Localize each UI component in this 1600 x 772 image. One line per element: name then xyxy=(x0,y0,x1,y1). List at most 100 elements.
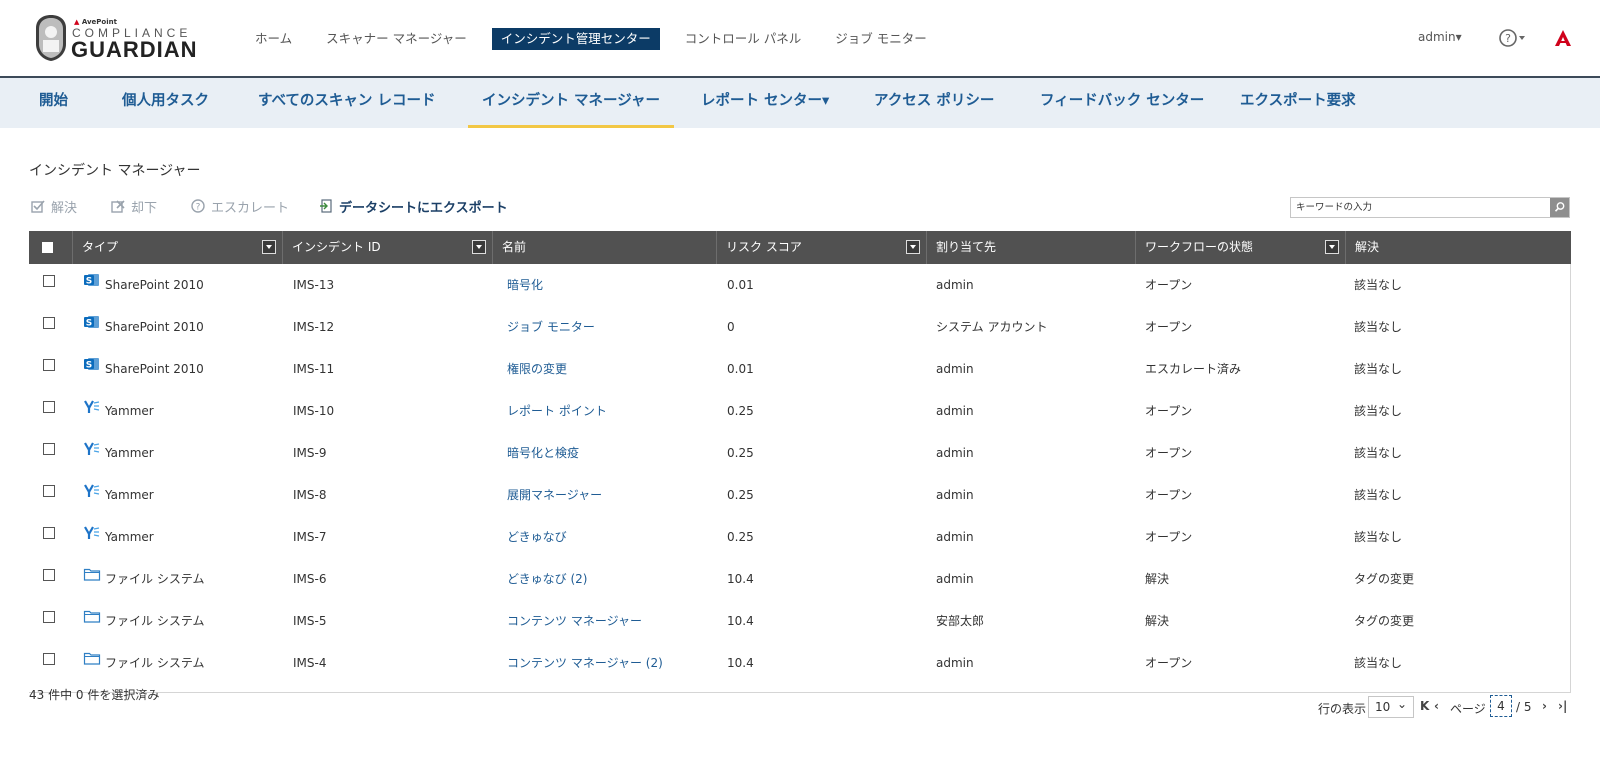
tab-report-center[interactable]: レポート センター▾ xyxy=(701,78,829,128)
id-filter-icon[interactable] xyxy=(472,240,486,254)
prev-page-icon[interactable]: ‹ xyxy=(1434,699,1439,713)
column-header-incident-id[interactable]: インシデント ID xyxy=(283,231,493,264)
reject-button[interactable]: 却下 xyxy=(111,196,157,216)
cell-assignee: admin xyxy=(936,572,974,586)
folder-icon xyxy=(83,558,105,601)
table-row[interactable]: S SharePoint 2010 IMS-12 ジョブ モニター 0 システム… xyxy=(29,306,1571,349)
cell-type: Yammer xyxy=(83,516,154,559)
main-nav-job-monitor[interactable]: ジョブ モニター xyxy=(826,28,935,50)
last-page-icon[interactable]: ›| xyxy=(1558,699,1567,713)
main-nav-control-panel[interactable]: コントロール パネル xyxy=(676,28,810,50)
sharepoint-icon: S xyxy=(83,306,105,349)
cell-name-link[interactable]: コンテンツ マネージャー (2) xyxy=(507,642,663,685)
escalate-icon: ? xyxy=(191,199,205,213)
table-row[interactable]: Yammer IMS-9 暗号化と検疫 0.25 admin オープン 該当なし xyxy=(29,432,1571,475)
row-checkbox[interactable] xyxy=(43,359,55,371)
table-row[interactable]: Yammer IMS-8 展開マネージャー 0.25 admin オープン 該当… xyxy=(29,474,1571,517)
cell-workflow-state: オープン xyxy=(1145,320,1193,334)
type-filter-icon[interactable] xyxy=(262,240,276,254)
help-icon[interactable]: ? xyxy=(1498,28,1528,48)
resolve-button[interactable]: 解決 xyxy=(31,196,77,216)
search-button[interactable] xyxy=(1550,198,1569,217)
cell-type: S SharePoint 2010 xyxy=(83,306,204,349)
type-wrap: Yammer xyxy=(83,390,154,433)
column-header-name[interactable]: 名前 xyxy=(493,231,717,264)
column-header-assignee[interactable]: 割り当て先 xyxy=(927,231,1136,264)
tab-personal-tasks[interactable]: 個人用タスク xyxy=(122,78,209,128)
tab-access-policy[interactable]: アクセス ポリシー xyxy=(874,78,994,128)
cell-resolution: 該当なし xyxy=(1354,320,1403,334)
table-row[interactable]: S SharePoint 2010 IMS-13 暗号化 0.01 admin … xyxy=(29,264,1571,307)
user-menu[interactable]: admin▾ xyxy=(1418,30,1462,44)
escalate-button[interactable]: ? エスカレート xyxy=(191,196,289,216)
cell-name-link[interactable]: 暗号化 xyxy=(507,264,543,307)
cell-incident-id: IMS-4 xyxy=(293,656,327,670)
table-row[interactable]: ファイル システム IMS-5 コンテンツ マネージャー 10.4 安部太郎 解… xyxy=(29,600,1571,643)
column-name-label: 名前 xyxy=(502,240,527,254)
risk-filter-icon[interactable] xyxy=(906,240,920,254)
sharepoint-icon: S xyxy=(83,264,105,307)
select-all-checkbox[interactable] xyxy=(42,242,53,253)
next-page-icon[interactable]: › xyxy=(1542,699,1547,713)
cell-assignee: 安部太郎 xyxy=(936,614,985,628)
tab-all-scan-records[interactable]: すべてのスキャン レコード xyxy=(258,78,435,128)
row-checkbox[interactable] xyxy=(43,527,55,539)
column-header-risk-score[interactable]: リスク スコア xyxy=(717,231,927,264)
page-size-select[interactable]: 10 xyxy=(1368,694,1414,718)
cell-resolution: 該当なし xyxy=(1354,362,1403,376)
cell-name-link[interactable]: ジョブ モニター xyxy=(507,306,595,349)
state-filter-icon[interactable] xyxy=(1325,240,1339,254)
column-state-label: ワークフローの状態 xyxy=(1145,240,1254,254)
tab-export-requests[interactable]: エクスポート要求 xyxy=(1240,78,1356,128)
cell-resolution: タグの変更 xyxy=(1354,614,1415,628)
table-row[interactable]: Yammer IMS-10 レポート ポイント 0.25 admin オープン … xyxy=(29,390,1571,433)
keyword-search-input[interactable] xyxy=(1291,198,1546,217)
cell-name-link[interactable]: 展開マネージャー xyxy=(507,474,602,517)
row-checkbox[interactable] xyxy=(43,569,55,581)
export-datasheet-button[interactable]: データシートにエクスポート xyxy=(319,196,508,216)
table-row[interactable]: Yammer IMS-7 どきゅなび 0.25 admin オープン 該当なし xyxy=(29,516,1571,559)
avepoint-brand-icon[interactable] xyxy=(1553,28,1573,48)
cell-name-link[interactable]: 暗号化と検疫 xyxy=(507,432,579,475)
main-nav-home[interactable]: ホーム xyxy=(246,28,301,50)
column-header-workflow-state[interactable]: ワークフローの状態 xyxy=(1136,231,1346,264)
current-page-input[interactable]: 4 xyxy=(1490,695,1512,717)
cell-assignee: システム アカウント xyxy=(936,320,1048,334)
first-page-icon[interactable]: K xyxy=(1420,699,1429,713)
export-label: データシートにエクスポート xyxy=(339,200,508,216)
svg-text:S: S xyxy=(86,319,92,329)
cell-name-link[interactable]: どきゅなび (2) xyxy=(507,558,587,601)
tab-incident-manager[interactable]: インシデント マネージャー xyxy=(468,78,675,128)
compliance-guardian-logo[interactable]: ▲ AvePoint COMPLIANCE GUARDIAN xyxy=(34,14,197,64)
row-checkbox[interactable] xyxy=(43,485,55,497)
cell-name-link[interactable]: レポート ポイント xyxy=(507,390,607,433)
cell-assignee: admin xyxy=(936,488,974,502)
column-header-resolution[interactable]: 解決 xyxy=(1346,231,1571,264)
type-wrap: ファイル システム xyxy=(83,642,204,685)
tab-feedback-center[interactable]: フィードバック センター xyxy=(1040,78,1204,128)
pagination: 行の表示 10 K ‹ ページ 4 / 5 › ›| xyxy=(1318,694,1578,720)
type-wrap: ファイル システム xyxy=(83,600,204,643)
table-row[interactable]: ファイル システム IMS-6 どきゅなび (2) 10.4 admin 解決 … xyxy=(29,558,1571,601)
row-checkbox[interactable] xyxy=(43,401,55,413)
tab-start[interactable]: 開始 xyxy=(39,78,68,128)
main-nav-incident-center[interactable]: インシデント管理センター xyxy=(491,28,660,50)
cell-risk-score: 10.4 xyxy=(727,614,754,628)
cell-name-link[interactable]: 権限の変更 xyxy=(507,348,567,391)
yammer-icon xyxy=(83,474,105,517)
table-row[interactable]: ファイル システム IMS-4 コンテンツ マネージャー (2) 10.4 ad… xyxy=(29,642,1571,685)
row-checkbox[interactable] xyxy=(43,611,55,623)
cell-resolution: 該当なし xyxy=(1354,278,1403,292)
row-checkbox[interactable] xyxy=(43,653,55,665)
column-type-label: タイプ xyxy=(82,240,119,254)
row-checkbox[interactable] xyxy=(43,317,55,329)
table-row[interactable]: S SharePoint 2010 IMS-11 権限の変更 0.01 admi… xyxy=(29,348,1571,391)
cell-name-link[interactable]: コンテンツ マネージャー xyxy=(507,600,642,643)
column-header-type[interactable]: タイプ xyxy=(73,231,283,264)
svg-text:S: S xyxy=(86,361,92,371)
type-label: Yammer xyxy=(105,530,154,544)
row-checkbox[interactable] xyxy=(43,443,55,455)
main-nav-scanner-manager[interactable]: スキャナー マネージャー xyxy=(317,28,476,50)
row-checkbox[interactable] xyxy=(43,275,55,287)
cell-name-link[interactable]: どきゅなび xyxy=(507,516,567,559)
